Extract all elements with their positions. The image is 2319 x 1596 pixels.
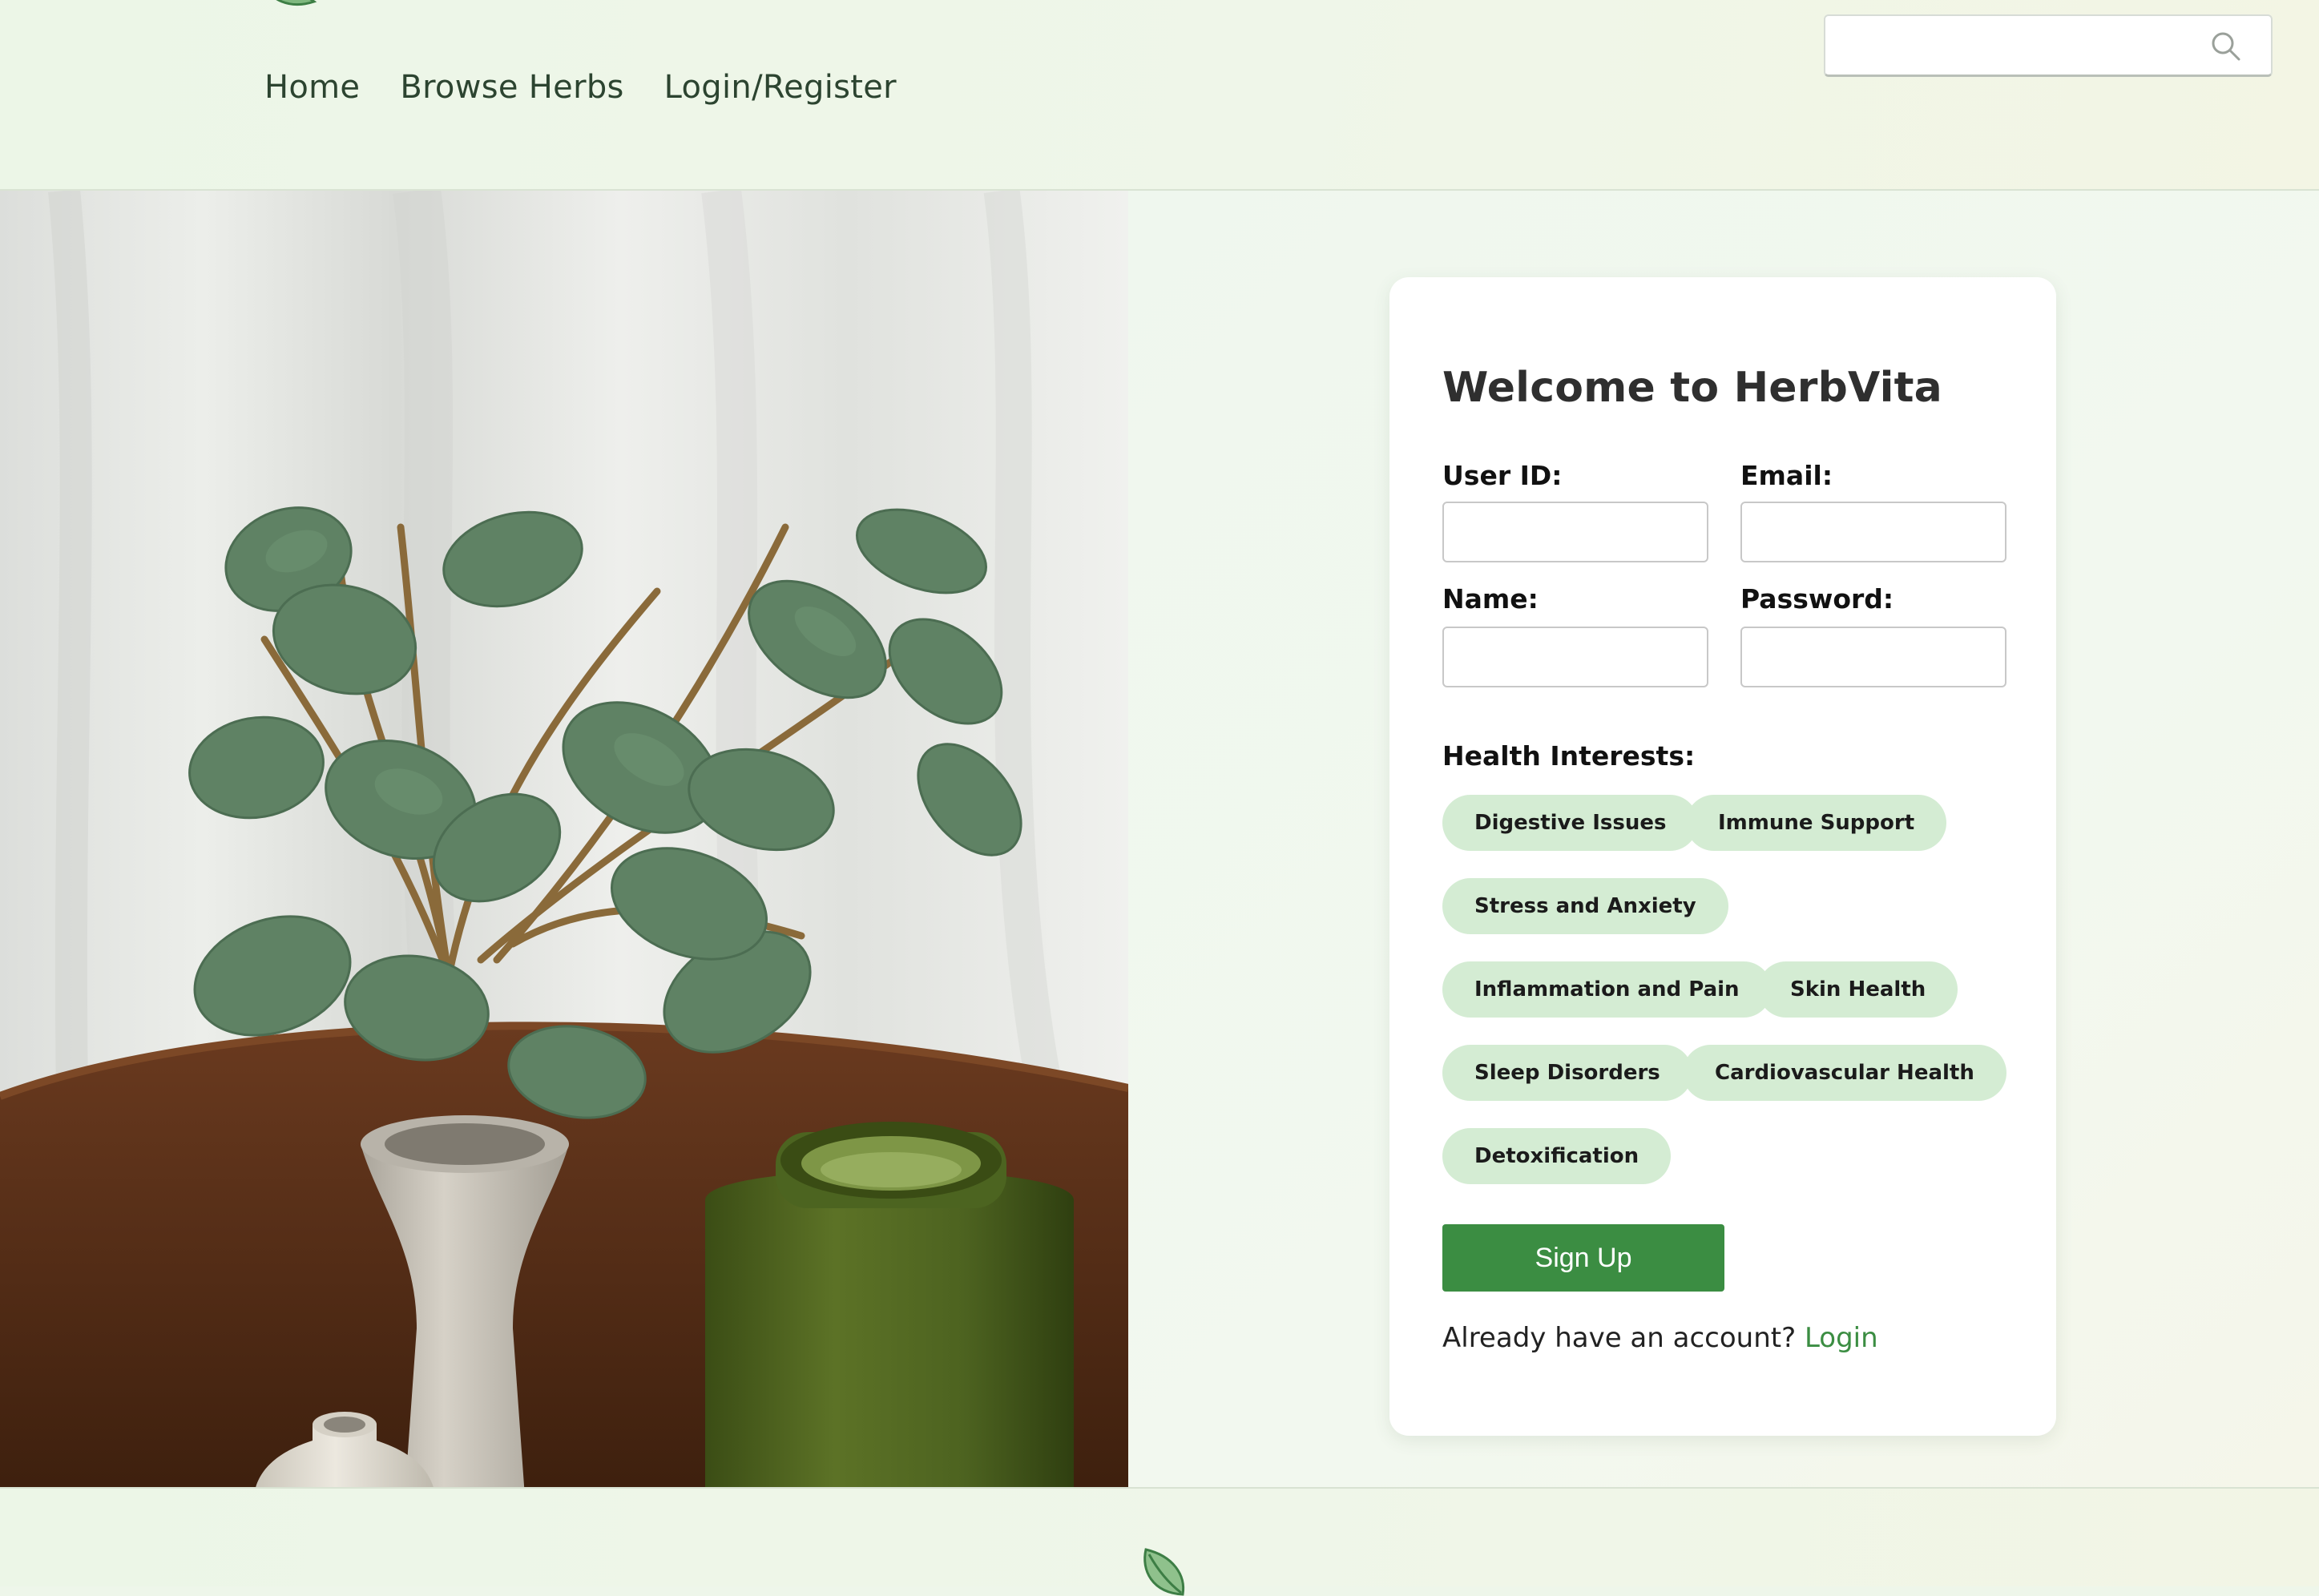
login-link[interactable]: Login	[1805, 1322, 1878, 1354]
name-label: Name:	[1442, 583, 1539, 615]
email-field[interactable]	[1740, 502, 2006, 562]
name-field[interactable]	[1442, 627, 1708, 687]
search-icon[interactable]	[2210, 30, 2242, 62]
user-id-label: User ID:	[1442, 460, 1563, 491]
health-interests-label: Health Interests:	[1442, 740, 1696, 772]
search-box	[1824, 14, 2273, 77]
interest-chip-sleep-disorders[interactable]: Sleep Disorders	[1442, 1045, 1692, 1101]
card-title: Welcome to HerbVita	[1442, 364, 1942, 412]
site-header: Home Browse Herbs Login/Register	[0, 0, 2319, 191]
signup-card: Welcome to HerbVita User ID: Email: Name…	[1389, 277, 2056, 1436]
main-nav: Home Browse Herbs Login/Register	[264, 69, 897, 106]
login-prompt: Already have an account? Login	[1442, 1322, 1878, 1354]
leaf-icon[interactable]	[258, 0, 325, 10]
interest-chip-inflammation-and-pain[interactable]: Inflammation and Pain	[1442, 961, 1772, 1018]
email-label: Email:	[1740, 460, 1833, 491]
interest-chip-digestive-issues[interactable]: Digestive Issues	[1442, 795, 1699, 851]
plant-vases-illustration	[0, 191, 1128, 1487]
search-input[interactable]	[1841, 24, 2213, 69]
nav-home-link[interactable]: Home	[264, 69, 360, 106]
sign-up-button[interactable]: Sign Up	[1442, 1224, 1724, 1292]
interest-chip-cardiovascular-health[interactable]: Cardiovascular Health	[1683, 1045, 2006, 1101]
interest-chip-detoxification[interactable]: Detoxification	[1442, 1128, 1672, 1184]
user-id-field[interactable]	[1442, 502, 1708, 562]
hero-image	[0, 191, 1128, 1487]
password-field[interactable]	[1740, 627, 2006, 687]
leaf-icon	[1143, 1548, 1185, 1596]
interest-chip-skin-health[interactable]: Skin Health	[1758, 961, 1958, 1018]
nav-browse-herbs-link[interactable]: Browse Herbs	[400, 69, 623, 106]
login-prompt-text: Already have an account?	[1442, 1322, 1797, 1354]
interest-chip-stress-and-anxiety[interactable]: Stress and Anxiety	[1442, 878, 1728, 934]
site-footer	[0, 1487, 2319, 1596]
password-label: Password:	[1740, 583, 1894, 615]
interest-chip-immune-support[interactable]: Immune Support	[1686, 795, 1947, 851]
nav-login-register-link[interactable]: Login/Register	[664, 69, 897, 106]
